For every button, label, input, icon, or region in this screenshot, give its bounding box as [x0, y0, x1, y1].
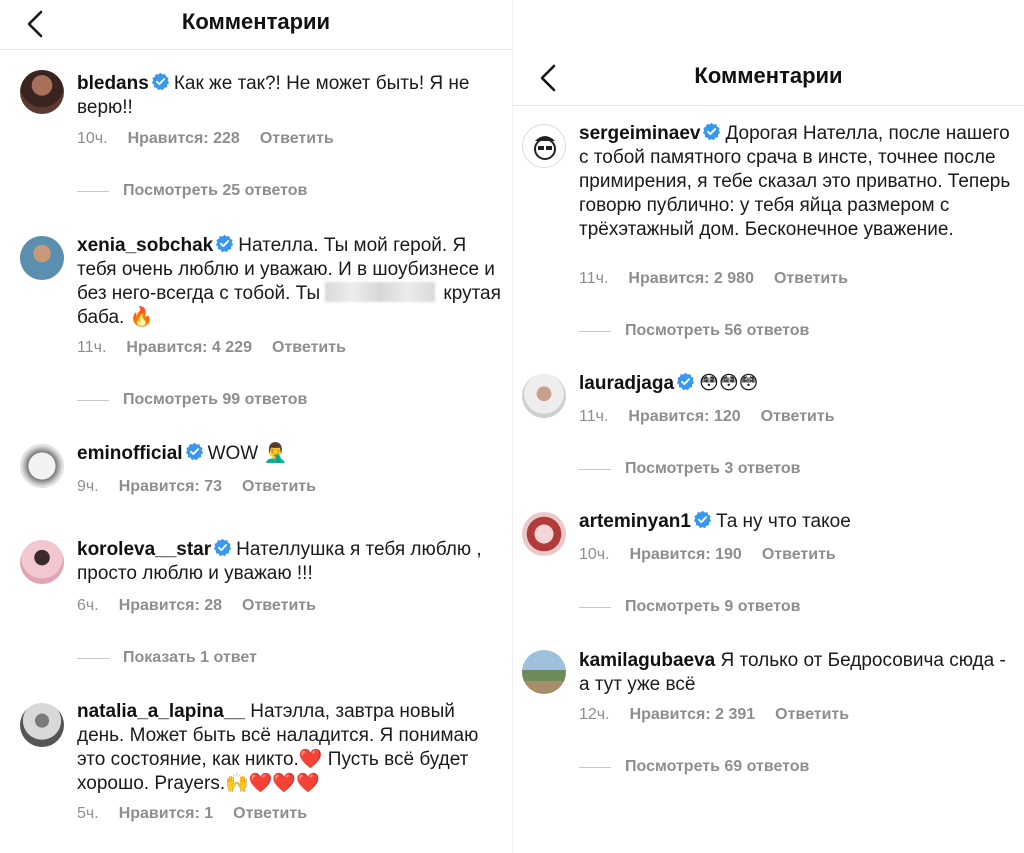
- face-illustration-icon: [534, 136, 556, 160]
- left-comments-panel: Комментарии bledans Как же так?! Не может…: [0, 0, 512, 853]
- verified-icon: [702, 122, 721, 141]
- reply-button[interactable]: Ответить: [762, 546, 836, 564]
- avatar[interactable]: [20, 540, 64, 584]
- header: Комментарии: [513, 50, 1024, 106]
- likes-count[interactable]: Нравится: 120: [628, 408, 740, 426]
- likes-count[interactable]: Нравится: 190: [630, 546, 742, 564]
- avatar[interactable]: [522, 512, 566, 556]
- reply-button[interactable]: Ответить: [775, 706, 849, 724]
- likes-count[interactable]: Нравится: 4 229: [126, 339, 252, 357]
- divider: [77, 190, 109, 192]
- timestamp: 9ч.: [77, 478, 99, 495]
- verified-icon: [151, 72, 170, 91]
- timestamp: 11ч.: [77, 339, 107, 356]
- divider: [77, 657, 109, 659]
- right-comments-panel: Комментарии sergeiminaev Дорогая Нателла,…: [512, 0, 1024, 853]
- timestamp: 10ч.: [579, 546, 610, 563]
- username[interactable]: sergeiminaev: [579, 123, 700, 144]
- likes-count[interactable]: Нравится: 1: [119, 805, 213, 823]
- reply-button[interactable]: Ответить: [260, 130, 334, 148]
- flushed-emoji: 😳😳😳: [699, 373, 759, 394]
- avatar[interactable]: [20, 236, 64, 280]
- reply-button[interactable]: Ответить: [272, 339, 346, 357]
- likes-count[interactable]: Нравится: 228: [128, 130, 240, 148]
- divider: [579, 468, 611, 470]
- verified-icon: [213, 538, 232, 557]
- timestamp: 6ч.: [77, 597, 99, 614]
- view-replies-button[interactable]: Посмотреть 9 ответов: [579, 598, 800, 616]
- censored-blur: [325, 282, 436, 302]
- view-replies-button[interactable]: Посмотреть 56 ответов: [579, 322, 809, 340]
- username[interactable]: arteminyan1: [579, 511, 691, 532]
- timestamp: 12ч.: [579, 706, 610, 723]
- verified-icon: [185, 442, 204, 461]
- username[interactable]: eminofficial: [77, 443, 183, 464]
- likes-count[interactable]: Нравится: 28: [119, 597, 222, 615]
- view-replies-button[interactable]: Посмотреть 99 ответов: [77, 391, 307, 409]
- likes-count[interactable]: Нравится: 2 391: [630, 706, 756, 724]
- view-replies-label: Посмотреть 3 ответов: [625, 460, 801, 477]
- prayer-hearts-emoji: 🙌❤️❤️❤️: [225, 773, 320, 794]
- reply-button[interactable]: Ответить: [233, 805, 307, 823]
- timestamp: 11ч.: [579, 408, 609, 425]
- divider: [579, 766, 611, 768]
- avatar[interactable]: [20, 70, 64, 114]
- view-replies-button[interactable]: Посмотреть 69 ответов: [579, 758, 809, 776]
- username[interactable]: natalia_a_lapina__: [77, 701, 245, 722]
- view-replies-label: Посмотреть 99 ответов: [123, 391, 308, 408]
- comment-text: WOW: [207, 443, 259, 464]
- username[interactable]: kamilagubaeva: [579, 650, 715, 671]
- reply-button[interactable]: Ответить: [774, 270, 848, 288]
- view-replies-label: Посмотреть 25 ответов: [123, 182, 308, 199]
- comment-text: Та ну что такое: [715, 511, 851, 532]
- view-replies-label: Посмотреть 56 ответов: [625, 322, 810, 339]
- username[interactable]: xenia_sobchak: [77, 235, 213, 256]
- avatar[interactable]: [522, 650, 566, 694]
- username[interactable]: lauradjaga: [579, 373, 674, 394]
- verified-icon: [693, 510, 712, 529]
- username[interactable]: koroleva__star: [77, 539, 211, 560]
- view-replies-button[interactable]: Показать 1 ответ: [77, 649, 257, 667]
- reply-button[interactable]: Ответить: [761, 408, 835, 426]
- view-replies-label: Показать 1 ответ: [123, 649, 257, 666]
- username[interactable]: bledans: [77, 73, 149, 94]
- timestamp: 10ч.: [77, 130, 108, 147]
- likes-count[interactable]: Нравится: 73: [119, 478, 222, 496]
- page-title: Комментарии: [694, 63, 843, 88]
- avatar[interactable]: [522, 374, 566, 418]
- verified-icon: [676, 372, 695, 391]
- avatar[interactable]: [20, 444, 64, 488]
- view-replies-button[interactable]: Посмотреть 25 ответов: [77, 182, 307, 200]
- avatar[interactable]: [522, 124, 566, 168]
- page-title: Комментарии: [181, 9, 331, 34]
- facepalm-emoji: 🤦‍♂️: [263, 443, 288, 464]
- heart-emoji: ❤️: [298, 749, 323, 770]
- timestamp: 11ч.: [579, 270, 609, 287]
- reply-button[interactable]: Ответить: [242, 478, 316, 496]
- divider: [77, 399, 109, 401]
- likes-count[interactable]: Нравится: 2 980: [628, 270, 754, 288]
- fire-emoji: 🔥: [129, 307, 154, 328]
- view-replies-label: Посмотреть 9 ответов: [625, 598, 801, 615]
- timestamp: 5ч.: [77, 805, 99, 822]
- avatar[interactable]: [20, 703, 64, 747]
- view-replies-button[interactable]: Посмотреть 3 ответов: [579, 460, 800, 478]
- view-replies-label: Посмотреть 69 ответов: [625, 758, 810, 775]
- reply-button[interactable]: Ответить: [242, 597, 316, 615]
- divider: [579, 606, 611, 608]
- verified-icon: [215, 234, 234, 253]
- divider: [579, 330, 611, 332]
- header: Комментарии: [0, 0, 512, 50]
